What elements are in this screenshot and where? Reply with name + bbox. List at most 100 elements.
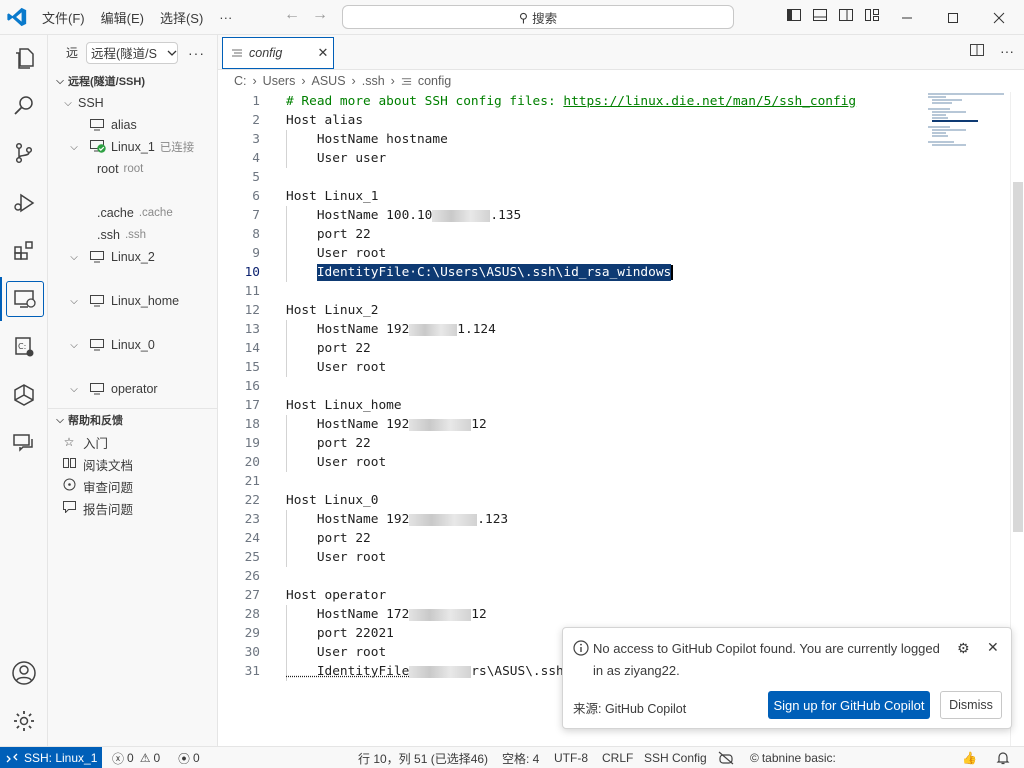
- breadcrumb-item[interactable]: C:: [234, 74, 247, 88]
- toggle-primary-sidebar-icon[interactable]: [786, 7, 802, 25]
- account-icon[interactable]: [0, 651, 48, 695]
- dismiss-button[interactable]: Dismiss: [940, 691, 1002, 719]
- vertical-scrollbar[interactable]: [1010, 92, 1024, 746]
- line-number: 18: [218, 417, 260, 432]
- menu-selection[interactable]: 选择(S): [152, 8, 211, 27]
- indentation[interactable]: 空格: 4: [502, 747, 539, 768]
- source-control-icon[interactable]: [0, 131, 48, 175]
- chat-feedback-icon[interactable]: [0, 421, 48, 465]
- tab-config[interactable]: config ✕: [222, 37, 334, 69]
- help-item-get-started[interactable]: ☆ 入门: [48, 431, 217, 453]
- host-linux-home[interactable]: ⌵ Linux_home: [48, 290, 217, 312]
- host-linux0[interactable]: ⌵ Linux_0: [48, 334, 217, 356]
- cursor-position[interactable]: 行 10，列 51 (已选择46): [358, 747, 488, 768]
- menu-file[interactable]: 文件(F): [34, 8, 93, 27]
- gear-icon[interactable]: ⚙: [957, 640, 970, 657]
- connected-monitor-icon: [90, 140, 104, 155]
- containers-icon[interactable]: C:: [0, 325, 48, 369]
- explorer-icon[interactable]: [0, 37, 48, 81]
- chevron-down-icon: ⌵: [66, 296, 82, 307]
- host-linux1[interactable]: ⌵ Linux_1 已连接: [48, 136, 217, 158]
- close-icon[interactable]: ✕: [313, 45, 333, 61]
- help-item-read-docs[interactable]: 阅读文档: [48, 453, 217, 475]
- host-operator[interactable]: ⌵ operator: [48, 378, 217, 400]
- thumbs-up-icon[interactable]: 👍: [962, 747, 977, 768]
- customize-layout-icon[interactable]: [864, 7, 880, 25]
- extensions-icon[interactable]: [0, 229, 48, 273]
- search-view-icon[interactable]: [0, 83, 48, 127]
- minimap[interactable]: [928, 92, 1008, 162]
- host-label: Linux_0: [111, 338, 155, 352]
- menu-edit[interactable]: 编辑(E): [93, 8, 152, 27]
- help-item-review-issues[interactable]: 审查问题: [48, 475, 217, 497]
- close-window-button[interactable]: [976, 0, 1022, 35]
- more-actions-icon[interactable]: ···: [188, 45, 205, 61]
- code-text: 12: [471, 607, 486, 622]
- redacted-ip: [409, 514, 477, 526]
- folder-root[interactable]: root root: [48, 158, 217, 180]
- remote-indicator[interactable]: SSH: Linux_1: [0, 747, 102, 768]
- encoding[interactable]: UTF-8: [554, 747, 588, 768]
- code-text: HostName 100.10: [286, 208, 432, 223]
- close-icon[interactable]: ✕: [987, 639, 999, 656]
- redacted-ip: [409, 324, 457, 336]
- line-number: 23: [218, 512, 260, 527]
- code-line: 5: [218, 168, 1008, 187]
- toggle-panel-icon[interactable]: [812, 7, 828, 25]
- breadcrumb-item[interactable]: Users: [263, 74, 296, 88]
- copilot-disabled-icon[interactable]: [718, 747, 734, 768]
- end-of-line[interactable]: CRLF: [602, 747, 633, 768]
- code-text: rs\ASUS\.ssh\: [471, 664, 571, 679]
- back-arrow-icon[interactable]: ←: [284, 6, 300, 24]
- breadcrumb-item[interactable]: config: [418, 74, 451, 88]
- remote-explorer-icon[interactable]: [0, 277, 48, 321]
- folder-cache[interactable]: .cache .cache: [48, 202, 217, 224]
- run-and-debug-icon[interactable]: [0, 181, 48, 225]
- ports-indicator[interactable]: ⦿ 0: [178, 747, 200, 768]
- scrollbar-thumb[interactable]: [1013, 182, 1023, 532]
- spacer-row: [48, 180, 217, 202]
- help-item-report-issue[interactable]: 报告问题: [48, 497, 217, 519]
- minimize-button[interactable]: [884, 0, 930, 35]
- code-line: 2 Host alias: [218, 111, 1008, 130]
- remote-section-header[interactable]: ⌵ 远程(隧道/SSH): [48, 70, 217, 92]
- connection-status: 已连接: [160, 139, 195, 155]
- command-center-search[interactable]: ⚲ 搜索: [342, 5, 734, 29]
- menu-more[interactable]: ···: [211, 10, 240, 25]
- split-editor-icon[interactable]: [970, 43, 984, 60]
- line-number: 15: [218, 360, 260, 375]
- ssh-group[interactable]: ⌵ SSH: [48, 92, 217, 114]
- error-icon: ⓧ: [112, 750, 124, 767]
- code-line: 1 # Read more about SSH config files: ht…: [218, 92, 1008, 111]
- breadcrumb-item[interactable]: ASUS: [312, 74, 346, 88]
- tabnine-status[interactable]: © tabnine basic:: [750, 747, 836, 768]
- folder-ssh[interactable]: .ssh .ssh: [48, 224, 217, 246]
- code-text: port 22021: [286, 626, 394, 641]
- line-number: 30: [218, 645, 260, 660]
- code-line: 23 HostName 192.123: [218, 510, 1008, 529]
- remote-section-title: 远程(隧道/SSH): [68, 73, 145, 89]
- breadcrumb-item[interactable]: .ssh: [362, 74, 385, 88]
- help-section-header[interactable]: ⌵ 帮助和反馈: [48, 409, 217, 431]
- remote-type-select[interactable]: 远程(隧道/S: [86, 42, 178, 64]
- hexagon-extension-icon[interactable]: [0, 373, 48, 417]
- line-number: 14: [218, 341, 260, 356]
- breadcrumb: C: › Users › ASUS › .ssh › config: [218, 70, 1024, 92]
- comment-link[interactable]: https://linux.die.net/man/5/ssh_config: [563, 94, 856, 109]
- more-actions-icon[interactable]: ···: [1000, 43, 1014, 60]
- redacted-ip: [409, 419, 471, 431]
- warning-count: 0: [153, 751, 160, 765]
- language-mode[interactable]: SSH Config: [644, 747, 707, 768]
- maximize-button[interactable]: [930, 0, 976, 35]
- line-number: 4: [218, 151, 260, 166]
- code-text: 12: [471, 417, 486, 432]
- sign-up-copilot-button[interactable]: Sign up for GitHub Copilot: [768, 691, 930, 719]
- host-linux2[interactable]: ⌵ Linux_2: [48, 246, 217, 268]
- toggle-secondary-sidebar-icon[interactable]: [838, 7, 854, 25]
- host-alias[interactable]: alias: [48, 114, 217, 136]
- code-line: 17 Host Linux_home: [218, 396, 1008, 415]
- notifications-bell-icon[interactable]: [996, 747, 1010, 768]
- problems-indicator[interactable]: ⓧ 0 ⚠ 0: [112, 747, 160, 768]
- forward-arrow-icon[interactable]: →: [312, 6, 328, 24]
- manage-gear-icon[interactable]: [0, 699, 48, 743]
